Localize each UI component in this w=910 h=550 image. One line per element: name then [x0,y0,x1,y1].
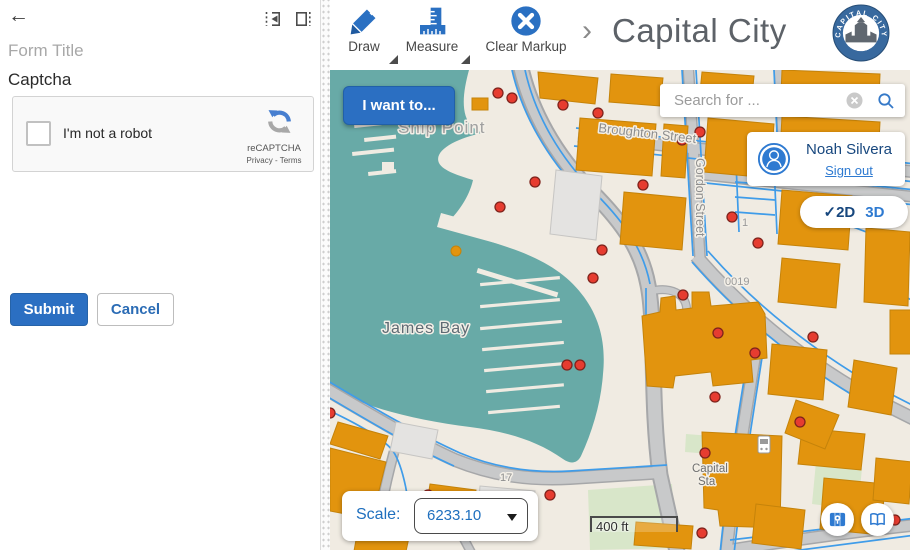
label-parcel-0019: 0019 [725,276,749,288]
label-road-17: 17 [500,472,512,484]
search-input[interactable] [672,91,846,110]
dock-panel-right-icon[interactable] [294,10,312,28]
dropdown-corner-icon [389,55,398,64]
back-arrow-icon[interactable]: ← [8,4,29,28]
captcha-section-title: Captcha [8,70,71,90]
label-capital-sta-1: Capital [692,463,728,475]
search-clear-icon[interactable] [846,92,863,109]
label-gordon-street: Gordon Street [693,158,707,237]
form-title: Form Title [8,41,84,61]
mode-2d-button[interactable]: ✓2D [824,203,856,221]
measure-tool-label: Measure [406,39,459,54]
user-avatar-icon [757,142,791,176]
app-window: ← Form Title Captcha I'm not a robot [0,0,910,550]
capital-city-logo: CAPITAL CITY 1862 [832,4,890,62]
ruler-icon [416,5,448,37]
bookmarks-button[interactable] [861,503,894,536]
search-bar [660,84,905,117]
dropdown-corner-icon [461,55,470,64]
view-mode-toggle: ✓2D 3D [800,196,908,228]
label-lot-1: 1 [742,217,748,229]
recaptcha-label: I'm not a robot [63,125,152,141]
dock-panel-left-icon[interactable] [264,10,282,28]
label-james-bay: James Bay [382,320,470,337]
submit-button[interactable]: Submit [10,293,88,326]
clear-markup-button[interactable]: Clear Markup [480,2,572,68]
recaptcha-widget: I'm not a robot reCAPTCHA Privacy - Term… [12,96,314,172]
map-viewport[interactable]: Ship Point James Bay Broughton Street Go… [330,70,910,550]
form-panel: ← Form Title Captcha I'm not a robot [0,0,320,550]
clear-x-icon [510,5,542,37]
panel-splitter[interactable] [320,0,330,550]
draw-tool-button[interactable]: Draw [336,2,392,68]
label-capital-sta-2: Sta [698,476,716,488]
recaptcha-brand: reCAPTCHA [243,143,305,154]
app-title: Capital City [612,12,787,50]
recaptcha-checkbox[interactable] [26,121,51,146]
clear-markup-label: Clear Markup [485,39,566,54]
map-toolbar: Draw Measure Clea [330,0,910,70]
draw-tool-label: Draw [348,39,380,54]
search-icon[interactable] [877,92,895,110]
mode-3d-button[interactable]: 3D [865,204,884,221]
map-pin-icon [828,510,847,529]
scale-panel: Scale: 6233.10 [342,491,538,541]
caret-down-icon [507,514,517,521]
bus-stop-icon [758,436,770,453]
scale-bar-label: 400 ft [596,519,629,534]
scale-select[interactable]: 6233.10 [414,498,528,534]
recaptcha-logo-icon [266,108,293,135]
check-icon: ✓ [824,204,837,221]
cancel-button[interactable]: Cancel [97,293,174,326]
open-book-icon [868,510,887,529]
scale-value: 6233.10 [427,507,481,524]
measure-tool-button[interactable]: Measure [400,2,464,68]
scale-label: Scale: [356,506,400,524]
scale-bar: 400 ft [590,516,678,532]
recaptcha-privacy-terms[interactable]: Privacy - Terms [243,156,305,165]
user-panel: Noah Silvera Sign out [747,132,905,186]
basemap-button[interactable] [821,503,854,536]
sign-out-link[interactable]: Sign out [799,163,899,178]
pencil-icon [348,5,380,37]
i-want-to-button[interactable]: I want to... [343,86,455,125]
breadcrumb-chevron-icon: › [582,14,592,48]
user-name: Noah Silvera [799,141,899,158]
